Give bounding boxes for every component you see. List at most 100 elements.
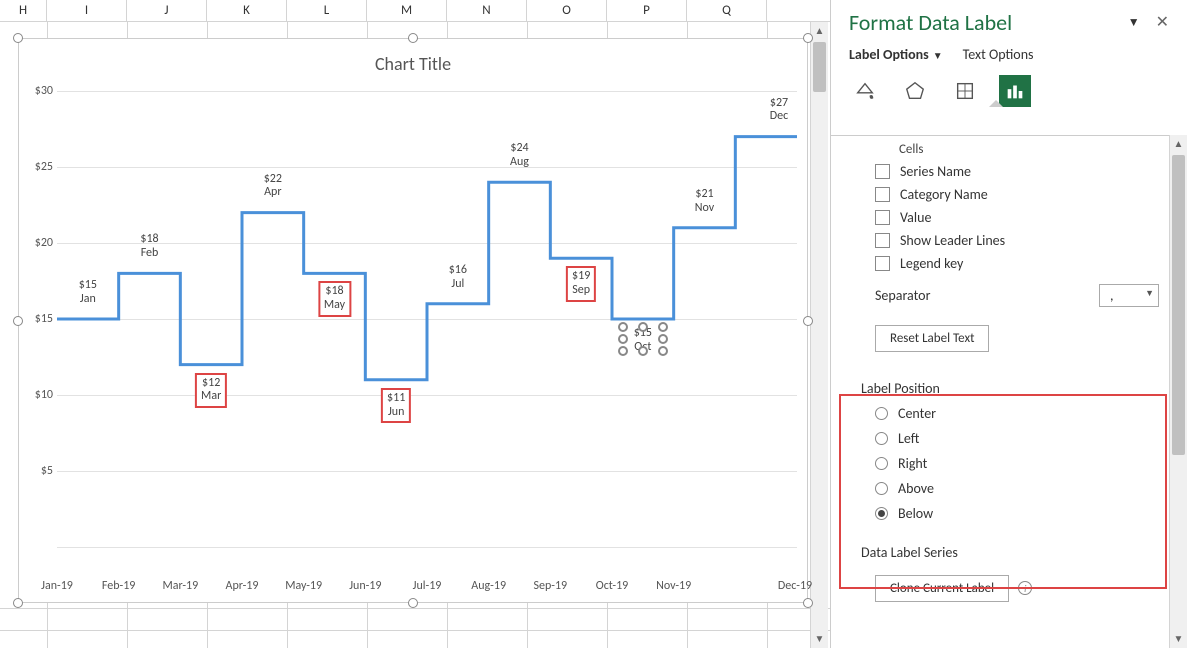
y-tick: $10 <box>23 388 53 402</box>
x-tick: Mar-19 <box>162 579 198 593</box>
data-label-dec[interactable]: $27Dec <box>766 95 792 127</box>
tab-text-options[interactable]: Text Options <box>963 46 1034 63</box>
checkbox-legend-key[interactable]: Legend key <box>875 255 1159 272</box>
col-header-K[interactable]: K <box>207 0 287 21</box>
scroll-up-icon[interactable]: ▲ <box>811 22 828 40</box>
scroll-down-icon[interactable]: ▼ <box>1170 630 1187 648</box>
col-header-O[interactable]: O <box>527 0 607 21</box>
pane-dropdown-icon[interactable]: ▼ <box>1124 11 1144 34</box>
pane-scrollbar[interactable]: ▲ ▼ <box>1169 135 1187 648</box>
x-tick: Aug-19 <box>471 579 506 593</box>
partial-cells-text: Cells <box>899 142 1159 157</box>
tab-label-options-text: Label Options <box>849 46 929 63</box>
resize-handle[interactable] <box>13 33 23 43</box>
resize-handle[interactable] <box>408 598 418 608</box>
checkbox-icon <box>875 164 890 179</box>
y-tick: $5 <box>23 464 53 478</box>
data-label-selection[interactable] <box>618 322 668 356</box>
data-label-feb[interactable]: $18Feb <box>136 231 162 263</box>
grid-scrollbar[interactable]: ▲ ▼ <box>810 22 828 648</box>
data-label-apr[interactable]: $22Apr <box>260 171 286 203</box>
chart-line <box>57 91 797 551</box>
chart-title[interactable]: Chart Title <box>19 53 807 75</box>
col-header-P[interactable]: P <box>607 0 687 21</box>
resize-handle[interactable] <box>803 598 813 608</box>
checkbox-category-name[interactable]: Category Name <box>875 186 1159 203</box>
checkbox-label: Series Name <box>900 163 971 180</box>
resize-handle[interactable] <box>408 33 418 43</box>
x-tick: Jan-19 <box>41 579 73 593</box>
col-header-L[interactable]: L <box>287 0 367 21</box>
col-header-N[interactable]: N <box>447 0 527 21</box>
data-label-may[interactable]: $18May <box>318 281 351 317</box>
chart-plot-area[interactable]: $30 $25 $20 $15 $10 $5 Jan-19Feb-19Mar-1… <box>57 91 797 571</box>
data-label-jul[interactable]: $16Jul <box>445 262 471 294</box>
data-label-mar[interactable]: $12Mar <box>195 373 227 409</box>
data-label-value: $18 <box>325 284 343 298</box>
data-label-month: Jun <box>388 405 404 419</box>
pane-close-icon[interactable]: ✕ <box>1152 8 1173 36</box>
checkbox-icon <box>875 187 890 202</box>
col-header-I[interactable]: I <box>47 0 127 21</box>
data-label-aug[interactable]: $24Aug <box>506 140 533 172</box>
checkbox-icon <box>875 233 890 248</box>
effects-icon[interactable] <box>899 75 931 107</box>
radio-label: Right <box>898 455 927 472</box>
tab-label-options[interactable]: Label Options▼ <box>849 46 943 63</box>
data-label-jun[interactable]: $11Jun <box>381 388 411 424</box>
checkbox-show-leader-lines[interactable]: Show Leader Lines <box>875 232 1159 249</box>
radio-icon <box>875 507 888 520</box>
data-label-month: Nov <box>695 201 714 215</box>
checkbox-label: Category Name <box>900 186 988 203</box>
data-label-value: $22 <box>264 172 282 186</box>
radio-left[interactable]: Left <box>875 430 1159 447</box>
radio-below[interactable]: Below <box>875 505 1159 522</box>
data-label-nov[interactable]: $21Nov <box>691 186 718 218</box>
x-tick: May-19 <box>285 579 322 593</box>
separator-label: Separator <box>875 287 930 304</box>
resize-handle[interactable] <box>803 33 813 43</box>
scroll-thumb[interactable] <box>1172 155 1185 455</box>
scroll-thumb[interactable] <box>813 42 826 92</box>
scroll-down-icon[interactable]: ▼ <box>811 630 828 648</box>
x-tick: Nov-19 <box>656 579 691 593</box>
data-label-value: $11 <box>387 391 405 405</box>
radio-center[interactable]: Center <box>875 405 1159 422</box>
radio-right[interactable]: Right <box>875 455 1159 472</box>
checkbox-value[interactable]: Value <box>875 209 1159 226</box>
col-header-Q[interactable]: Q <box>687 0 767 21</box>
info-icon[interactable]: i <box>1018 581 1032 595</box>
size-properties-icon[interactable] <box>949 75 981 107</box>
label-options-icon[interactable] <box>999 75 1031 107</box>
checkbox-icon <box>875 210 890 225</box>
data-label-month: Dec <box>770 109 788 123</box>
col-header-M[interactable]: M <box>367 0 447 21</box>
radio-above[interactable]: Above <box>875 480 1159 497</box>
scroll-up-icon[interactable]: ▲ <box>1170 135 1187 153</box>
checkbox-series-name[interactable]: Series Name <box>875 163 1159 180</box>
resize-handle[interactable] <box>13 598 23 608</box>
data-label-sep[interactable]: $19Sep <box>566 266 596 302</box>
resize-handle[interactable] <box>803 316 813 326</box>
y-tick: $20 <box>23 236 53 250</box>
data-label-value: $15 <box>79 278 97 292</box>
col-header-H[interactable]: H <box>0 0 47 21</box>
x-tick: Sep-19 <box>534 579 568 593</box>
reset-label-text-button[interactable]: Reset Label Text <box>875 325 989 352</box>
data-label-month: Jan <box>80 292 96 306</box>
x-tick: Dec-19 <box>778 579 812 593</box>
data-label-month: Apr <box>264 185 281 199</box>
data-label-month: Mar <box>201 389 221 403</box>
col-header-J[interactable]: J <box>127 0 207 21</box>
chart-container[interactable]: Chart Title $30 $25 $20 $15 $10 $5 Jan-1… <box>18 38 808 603</box>
checkbox-label: Show Leader Lines <box>900 232 1005 249</box>
separator-dropdown[interactable]: , <box>1099 284 1159 307</box>
resize-handle[interactable] <box>13 316 23 326</box>
fill-line-icon[interactable] <box>849 75 881 107</box>
y-tick: $15 <box>23 312 53 326</box>
y-tick: $25 <box>23 160 53 174</box>
radio-icon <box>875 407 888 420</box>
clone-current-label-button[interactable]: Clone Current Label <box>875 575 1009 602</box>
data-label-jan[interactable]: $15Jan <box>75 277 101 309</box>
data-label-value: $19 <box>572 269 590 283</box>
